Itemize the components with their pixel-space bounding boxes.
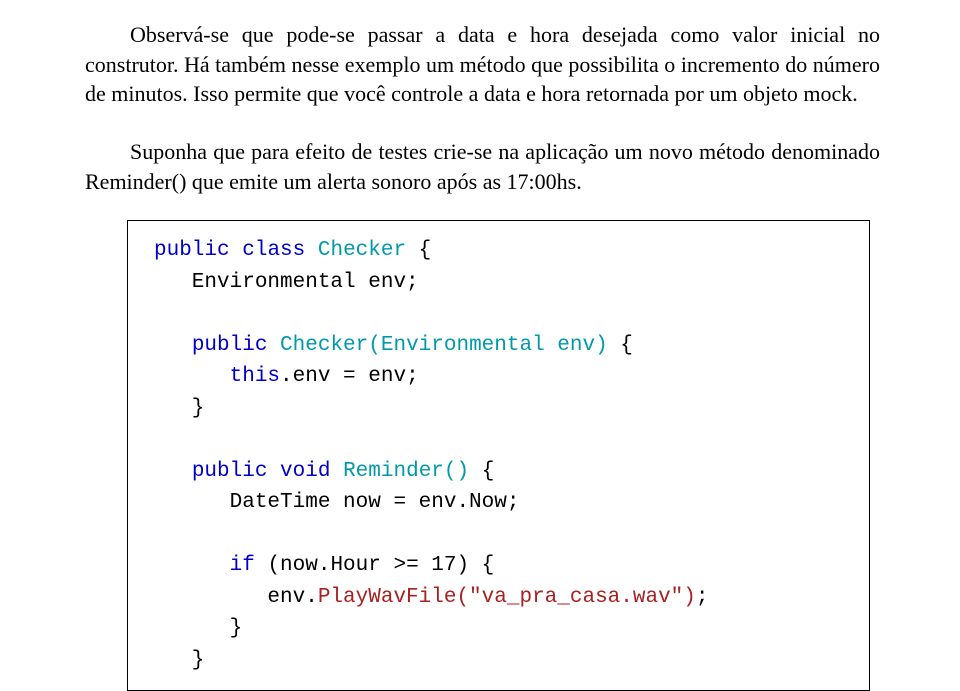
keyword-this: this — [230, 365, 280, 388]
paragraph-2: Suponha que para efeito de testes crie-s… — [85, 137, 880, 196]
keyword-public: public — [154, 239, 230, 262]
code-line: } — [154, 649, 204, 672]
code-text — [267, 460, 280, 483]
code-text — [154, 334, 192, 357]
code-text — [230, 239, 243, 262]
code-text: (now.Hour >= 17) { — [255, 554, 494, 577]
code-line: } — [154, 617, 242, 640]
code-text: { — [608, 334, 633, 357]
code-text — [305, 239, 318, 262]
code-text: { — [406, 239, 431, 262]
code-text: ; — [696, 586, 709, 609]
code-text: { — [469, 460, 494, 483]
code-line: Environmental env; — [154, 271, 419, 294]
keyword-public: public — [192, 460, 268, 483]
keyword-if: if — [230, 554, 255, 577]
code-text: env. — [154, 586, 318, 609]
keyword-public: public — [192, 334, 268, 357]
method-call: PlayWavFile("va_pra_casa.wav") — [318, 586, 696, 609]
keyword-class: class — [242, 239, 305, 262]
code-line: DateTime now = env.Now; — [154, 491, 519, 514]
code-text — [154, 365, 230, 388]
code-text — [330, 460, 343, 483]
keyword-void: void — [280, 460, 330, 483]
code-text: .env = env; — [280, 365, 419, 388]
code-text — [267, 334, 280, 357]
code-line: } — [154, 397, 204, 420]
code-block: public class Checker { Environmental env… — [127, 220, 870, 691]
paragraph-1: Observá-se que pode-se passar a data e h… — [85, 20, 880, 109]
code-text — [154, 554, 230, 577]
method-name: Reminder() — [343, 460, 469, 483]
constructor: Checker(Environmental env) — [280, 334, 608, 357]
class-name: Checker — [318, 239, 406, 262]
code-text — [154, 460, 192, 483]
